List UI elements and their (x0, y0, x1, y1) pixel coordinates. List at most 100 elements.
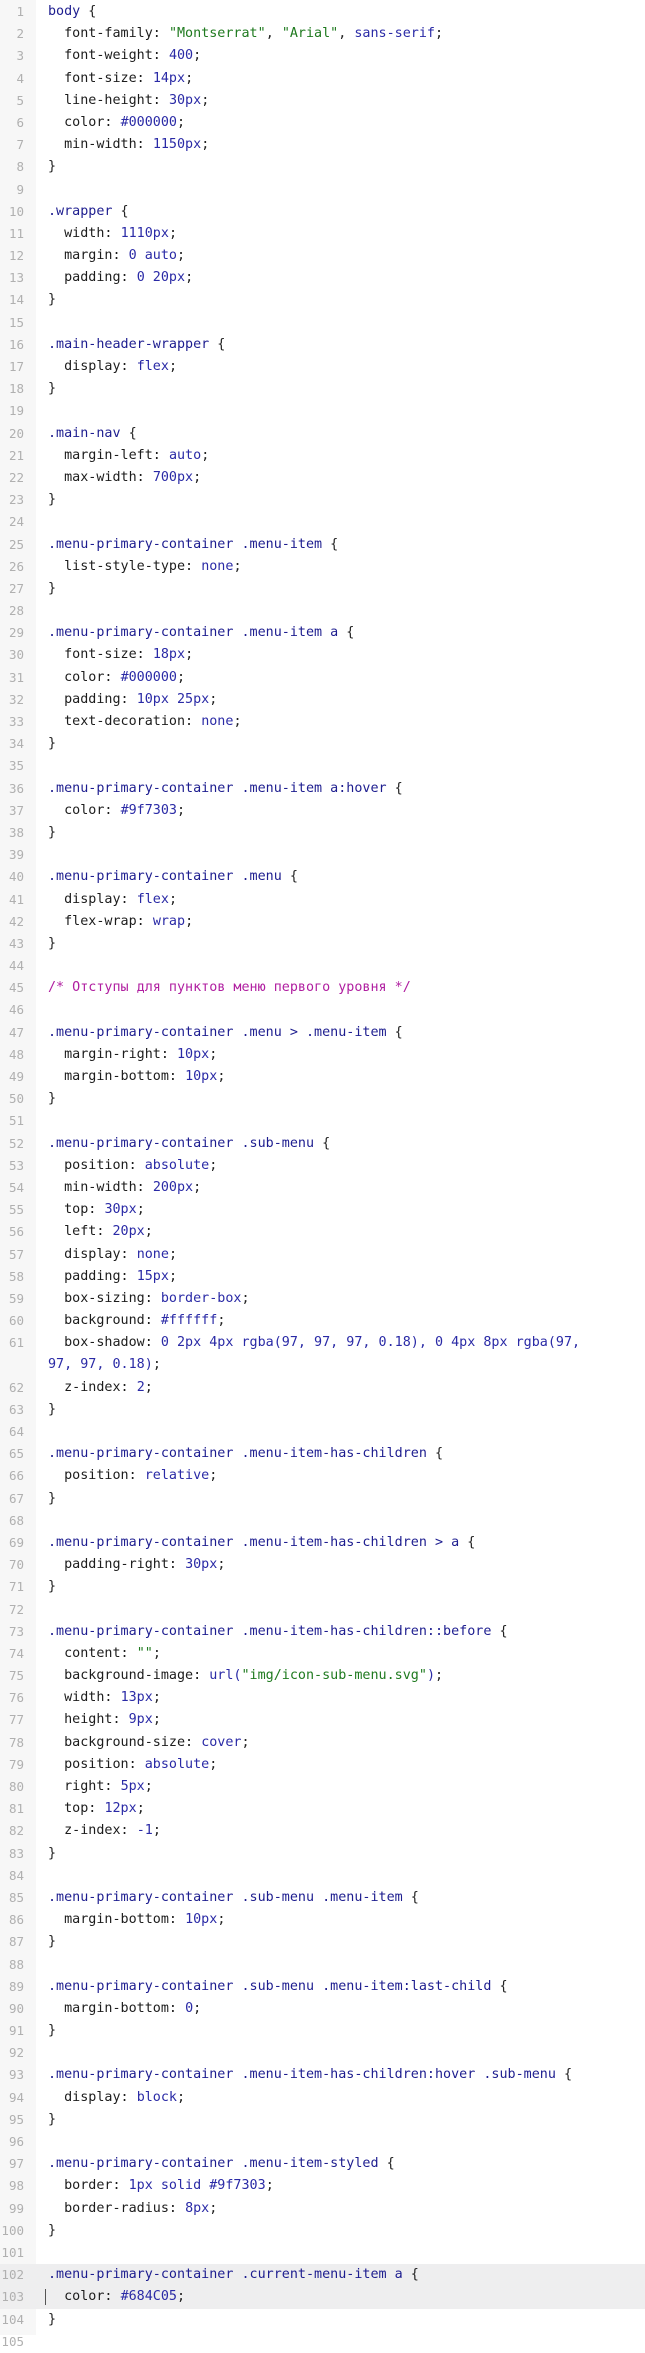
code-line[interactable]: 12 margin: 0 auto; (0, 245, 645, 267)
code-line[interactable]: 11 width: 1110px; (0, 223, 645, 245)
code-line[interactable]: 105 (0, 2331, 645, 2353)
code-line[interactable]: 16 .main-header-wrapper { (0, 334, 645, 356)
code-line[interactable]: 36 .menu-primary-container .menu-item a:h… (0, 778, 645, 800)
code-line[interactable]: 3 font-weight: 400; (0, 45, 645, 67)
code-line[interactable]: 104} (0, 2309, 645, 2331)
code-line[interactable]: 92 (0, 2042, 645, 2064)
code-line[interactable]: 88 (0, 1954, 645, 1976)
code-line[interactable]: 71} (0, 1576, 645, 1598)
code-line[interactable]: 77 height: 9px; (0, 1709, 645, 1731)
code-line[interactable]: 44 (0, 955, 645, 977)
code-line[interactable]: 29 .menu-primary-container .menu-item a { (0, 622, 645, 644)
code-line[interactable]: 100} (0, 2220, 645, 2242)
code-line[interactable]: 74 content: ""; (0, 1643, 645, 1665)
code-line[interactable]: 23} (0, 489, 645, 511)
code-line[interactable]: 75 background-image: url("img/icon-sub-m… (0, 1665, 645, 1687)
code-line[interactable]: 45 /* Отступы для пунктов меню первого ур… (0, 977, 645, 999)
code-line[interactable]: 28 (0, 600, 645, 622)
code-line[interactable]: 13 padding: 0 20px; (0, 267, 645, 289)
code-line[interactable]: 60 background: #ffffff; (0, 1310, 645, 1332)
code-line[interactable]: 86 margin-bottom: 10px; (0, 1909, 645, 1931)
code-line[interactable]: 24 (0, 511, 645, 533)
code-line[interactable]: 9 (0, 179, 645, 201)
code-line[interactable]: 15 (0, 312, 645, 334)
code-line[interactable]: 89 .menu-primary-container .sub-menu .men… (0, 1976, 645, 1998)
code-line[interactable]: 27} (0, 578, 645, 600)
code-line[interactable]: 19 (0, 400, 645, 422)
code-line[interactable]: 35 (0, 755, 645, 777)
code-line[interactable]: 76 width: 13px; (0, 1687, 645, 1709)
code-line[interactable]: 14} (0, 289, 645, 311)
code-line[interactable]: 8} (0, 156, 645, 178)
code-line[interactable]: 5 line-height: 30px; (0, 90, 645, 112)
code-line[interactable]: 62 z-index: 2; (0, 1377, 645, 1399)
code-line[interactable]: 96 (0, 2131, 645, 2153)
code-line[interactable]: 17 display: flex; (0, 356, 645, 378)
code-line[interactable]: 57 display: none; (0, 1244, 645, 1266)
code-line[interactable]: 6 color: #000000; (0, 112, 645, 134)
code-line[interactable]: 32 padding: 10px 25px; (0, 689, 645, 711)
code-line[interactable]: 53 position: absolute; (0, 1155, 645, 1177)
code-line[interactable]: 95} (0, 2109, 645, 2131)
code-line[interactable]: 73 .menu-primary-container .menu-item-has… (0, 1621, 645, 1643)
code-line[interactable]: 21 margin-left: auto; (0, 445, 645, 467)
code-line[interactable]: 99 border-radius: 8px; (0, 2198, 645, 2220)
code-line[interactable]: 68 (0, 1510, 645, 1532)
code-line[interactable]: 2 font-family: "Montserrat", "Arial", sa… (0, 23, 645, 45)
code-line[interactable]: 37 color: #9f7303; (0, 800, 645, 822)
code-line[interactable]: 20 .main-nav { (0, 423, 645, 445)
code-line[interactable]: 51 (0, 1110, 645, 1132)
code-line[interactable]: 65 .menu-primary-container .menu-item-has… (0, 1443, 645, 1465)
code-line[interactable]: 54 min-width: 200px; (0, 1177, 645, 1199)
code-line[interactable]: 66 position: relative; (0, 1465, 645, 1487)
code-line[interactable]: 72 (0, 1599, 645, 1621)
code-line[interactable]: 48 margin-right: 10px; (0, 1044, 645, 1066)
code-editor[interactable]: 1 body {2 font-family: "Montserrat", "Ari… (0, 0, 645, 2349)
code-line[interactable]: 18} (0, 378, 645, 400)
code-line[interactable]: 91} (0, 2020, 645, 2042)
code-line[interactable]: 85 .menu-primary-container .sub-menu .men… (0, 1887, 645, 1909)
code-line[interactable]: 42 flex-wrap: wrap; (0, 911, 645, 933)
code-line[interactable]: 40 .menu-primary-container .menu { (0, 866, 645, 888)
code-line[interactable]: 90 margin-bottom: 0; (0, 1998, 645, 2020)
code-line[interactable]: 25 .menu-primary-container .menu-item { (0, 534, 645, 556)
code-line[interactable]: 41 display: flex; (0, 889, 645, 911)
code-line[interactable]: 61 box-shadow: 0 2px 4px rgba(97, 97, 97… (0, 1332, 645, 1354)
code-area[interactable]: 1 body {2 font-family: "Montserrat", "Ari… (0, 1, 645, 2353)
code-line[interactable]: 94 display: block; (0, 2087, 645, 2109)
code-line[interactable]: 81 top: 12px; (0, 1798, 645, 1820)
code-line[interactable]: 43} (0, 933, 645, 955)
code-line[interactable]: 78 background-size: cover; (0, 1732, 645, 1754)
code-line[interactable]: 52 .menu-primary-container .sub-menu { (0, 1133, 645, 1155)
code-line[interactable]: 103 color: #684C05; (0, 2286, 645, 2309)
code-line[interactable]: 84 (0, 1865, 645, 1887)
code-line[interactable]: 58 padding: 15px; (0, 1266, 645, 1288)
code-line[interactable]: 46 (0, 999, 645, 1021)
code-line[interactable]: 70 padding-right: 30px; (0, 1554, 645, 1576)
code-line[interactable]: 102 .menu-primary-container .current-menu… (0, 2264, 645, 2287)
code-line[interactable]: 10 .wrapper { (0, 201, 645, 223)
code-line[interactable]: 98 border: 1px solid #9f7303; (0, 2175, 645, 2197)
code-line[interactable]: 80 right: 5px; (0, 1776, 645, 1798)
code-line[interactable]: 56 left: 20px; (0, 1221, 645, 1243)
code-line[interactable]: 47 .menu-primary-container .menu > .menu-… (0, 1022, 645, 1044)
code-line[interactable]: 49 margin-bottom: 10px; (0, 1066, 645, 1088)
code-line[interactable]: 69 .menu-primary-container .menu-item-has… (0, 1532, 645, 1554)
code-line[interactable]: 97 .menu-primary-container .menu-item-sty… (0, 2153, 645, 2175)
code-line[interactable]: 59 box-sizing: border-box; (0, 1288, 645, 1310)
code-line[interactable]: 7 min-width: 1150px; (0, 134, 645, 156)
code-line[interactable]: 101 (0, 2242, 645, 2264)
code-line[interactable]: 67} (0, 1488, 645, 1510)
code-line[interactable]: 30 font-size: 18px; (0, 644, 645, 666)
code-line[interactable]: 22 max-width: 700px; (0, 467, 645, 489)
code-line[interactable]: 79 position: absolute; (0, 1754, 645, 1776)
code-line[interactable]: 87} (0, 1931, 645, 1953)
code-line[interactable]: 33 text-decoration: none; (0, 711, 645, 733)
code-line[interactable]: 31 color: #000000; (0, 667, 645, 689)
code-line[interactable]: 55 top: 30px; (0, 1199, 645, 1221)
code-line[interactable]: 39 (0, 844, 645, 866)
code-line[interactable]: 50} (0, 1088, 645, 1110)
code-line[interactable]: 63} (0, 1399, 645, 1421)
code-line[interactable]: 1 body { (0, 1, 645, 23)
code-line[interactable]: 4 font-size: 14px; (0, 68, 645, 90)
